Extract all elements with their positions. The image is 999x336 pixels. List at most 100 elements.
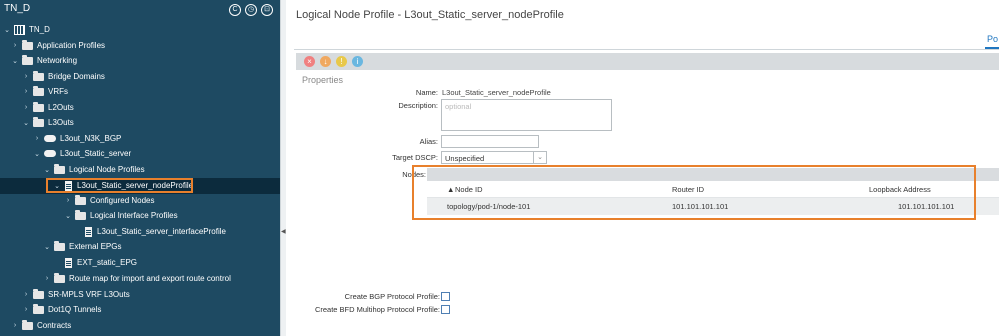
tree-title: TN_D: [4, 3, 31, 14]
tree-item-networking[interactable]: ⌄ Networking: [10, 53, 77, 69]
chevron-right-icon[interactable]: ›: [10, 322, 20, 329]
alias-label: Alias:: [419, 137, 438, 146]
tab-policy[interactable]: Po: [987, 34, 998, 44]
create-bfd-checkbox[interactable]: [441, 305, 450, 314]
chevron-right-icon[interactable]: ›: [42, 275, 52, 282]
create-bgp-label: Create BGP Protocol Profile:: [344, 292, 440, 301]
target-dscp-select[interactable]: Unspecified ⌄: [441, 151, 547, 164]
tree-item-label: Logical Interface Profiles: [90, 211, 178, 221]
chevron-down-icon[interactable]: ⌄: [10, 57, 20, 65]
description-label: Description:: [398, 101, 438, 110]
info-icon[interactable]: i: [352, 56, 363, 67]
tree-item-label: Application Profiles: [37, 41, 106, 51]
folder-icon: [54, 240, 65, 251]
chevron-right-icon[interactable]: ›: [10, 42, 20, 49]
tree-item-external-epgs[interactable]: ⌄ External EPGs: [42, 239, 121, 255]
tree-item-tenant[interactable]: ⌄ TN_D: [2, 22, 50, 38]
tree-item-application-profiles[interactable]: › Application Profiles: [10, 38, 105, 54]
navigation-tree: TN_D C ◷ ⊡ ⌄ TN_D › Application Profiles…: [0, 0, 280, 336]
tree-item-label: Logical Node Profiles: [69, 165, 145, 175]
tree-item-logical-node-profiles[interactable]: ⌄ Logical Node Profiles: [42, 162, 145, 178]
chevron-down-icon[interactable]: ⌄: [2, 26, 12, 34]
tree-item-label: Route map for import and export route co…: [69, 274, 231, 284]
page-title: Logical Node Profile - L3out_Static_serv…: [296, 9, 564, 21]
tree-item-label: TN_D: [29, 25, 50, 35]
cloud-icon: [44, 150, 56, 158]
chevron-right-icon[interactable]: ›: [63, 197, 73, 204]
chevron-right-icon[interactable]: ›: [21, 306, 31, 313]
chevron-right-icon[interactable]: ›: [32, 135, 42, 142]
tree-item-logical-interface-profiles[interactable]: ⌄ Logical Interface Profiles: [63, 208, 178, 224]
tree-item-route-map[interactable]: › Route map for import and export route …: [42, 271, 231, 287]
tree-item-ext-static-epg[interactable]: EXT_static_EPG: [62, 255, 137, 271]
chevron-right-icon[interactable]: ›: [21, 73, 31, 80]
chevron-right-icon[interactable]: ›: [21, 291, 31, 298]
tree-item-l2outs[interactable]: › L2Outs: [21, 100, 74, 116]
tree-item-label: Configured Nodes: [90, 196, 155, 206]
download-icon[interactable]: ↓: [320, 56, 331, 67]
tree-item-configured-nodes[interactable]: › Configured Nodes: [63, 193, 154, 209]
highlight-box: [412, 165, 976, 220]
tree-item-dot1q-tunnels[interactable]: › Dot1Q Tunnels: [21, 302, 101, 318]
divider: [294, 49, 999, 50]
collapse-arrow-icon[interactable]: ◀: [281, 228, 286, 235]
tree-item-label: L3out_Static_server_interfaceProfile: [97, 227, 226, 237]
tree-item-sr-mpls[interactable]: › SR-MPLS VRF L3Outs: [21, 287, 130, 303]
tree-item-interface-profile[interactable]: L3out_Static_server_interfaceProfile: [82, 224, 226, 240]
tree-item-l3out-n3k-bgp[interactable]: › L3out_N3K_BGP: [32, 131, 122, 147]
tree-item-vrfs[interactable]: › VRFs: [21, 84, 68, 100]
pane-splitter[interactable]: ◀: [280, 0, 286, 336]
description-field[interactable]: optional: [441, 99, 612, 131]
chevron-down-icon[interactable]: ⌄: [533, 152, 546, 163]
create-bfd-label: Create BFD Multihop Protocol Profile:: [314, 305, 440, 314]
folder-icon: [54, 163, 65, 174]
target-dscp-label: Target DSCP:: [392, 153, 438, 162]
document-icon: [85, 226, 92, 237]
chevron-down-icon[interactable]: ⌄: [21, 119, 31, 127]
tree-item-label: EXT_static_EPG: [77, 258, 138, 268]
tree-item-label: L3out_N3K_BGP: [60, 134, 122, 144]
chevron-right-icon[interactable]: ›: [21, 104, 31, 111]
tree-item-label: Networking: [37, 56, 78, 66]
folder-icon: [22, 54, 33, 65]
tree-item-l3outs[interactable]: ⌄ L3Outs: [21, 115, 74, 131]
tree-item-l3out-static-server[interactable]: ⌄ L3out_Static_server: [32, 146, 131, 162]
tree-item-label: L3Outs: [48, 118, 74, 128]
document-icon: [65, 257, 72, 268]
tree-item-label: L2Outs: [48, 103, 74, 113]
chevron-down-icon[interactable]: ⌄: [42, 243, 52, 251]
description-placeholder: optional: [445, 102, 472, 111]
name-label: Name:: [415, 88, 438, 97]
cloud-icon: [44, 135, 56, 143]
folder-icon: [33, 85, 44, 96]
folder-icon: [75, 194, 86, 205]
chevron-right-icon[interactable]: ›: [21, 88, 31, 95]
chevron-down-icon[interactable]: ⌄: [32, 150, 42, 158]
name-value: L3out_Static_server_nodeProfile: [442, 88, 551, 97]
expand-icon[interactable]: ⊡: [261, 4, 273, 16]
target-dscp-value: Unspecified: [445, 154, 485, 163]
tree-item-label: Bridge Domains: [48, 72, 105, 82]
nodes-label: Nodes:: [402, 170, 426, 179]
folder-icon: [75, 209, 86, 220]
tree-item-label: L3out_Static_server: [60, 149, 132, 159]
tree-item-label: Dot1Q Tunnels: [48, 305, 102, 315]
folder-icon: [54, 272, 65, 283]
refresh-icon[interactable]: C: [229, 4, 241, 16]
tree-item-bridge-domains[interactable]: › Bridge Domains: [21, 69, 105, 85]
folder-icon: [33, 116, 44, 127]
folder-icon: [33, 70, 44, 81]
tenant-icon: [14, 24, 25, 35]
tree-item-label: Contracts: [37, 321, 72, 331]
tree-item-label: VRFs: [48, 87, 68, 97]
chevron-down-icon[interactable]: ⌄: [42, 166, 52, 174]
history-icon[interactable]: ◷: [245, 4, 257, 16]
alias-field[interactable]: [441, 135, 539, 148]
folder-icon: [22, 319, 33, 330]
warning-icon[interactable]: !: [336, 56, 347, 67]
tree-item-label: External EPGs: [69, 242, 122, 252]
delete-icon[interactable]: ×: [304, 56, 315, 67]
tree-item-contracts[interactable]: › Contracts: [10, 318, 71, 334]
chevron-down-icon[interactable]: ⌄: [63, 212, 73, 220]
create-bgp-checkbox[interactable]: [441, 292, 450, 301]
